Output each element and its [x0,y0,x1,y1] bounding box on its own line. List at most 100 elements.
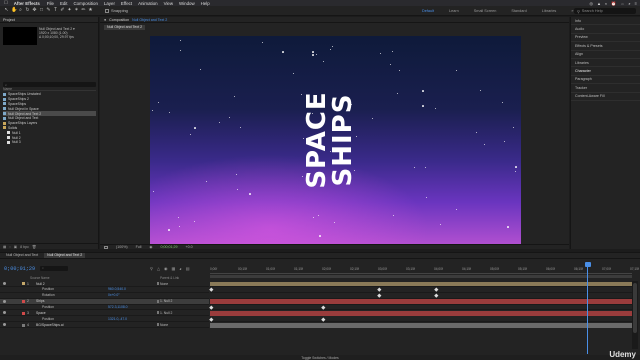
panel-libraries[interactable]: Libraries [571,59,640,68]
menu-status-icon-1[interactable]: ▲ [597,1,601,6]
graph-editor-icon[interactable]: ▤ [186,266,190,271]
scrollbar-thumb[interactable] [633,283,637,333]
workspace-learn[interactable]: Learn [449,9,459,13]
label-color-swatch[interactable] [22,299,25,303]
keyframe[interactable] [434,293,439,298]
eye-icon[interactable] [3,323,6,327]
keyframe[interactable] [377,287,382,292]
timeline-graph[interactable]: 0;00f 00;15f 01;00f 01;15f 02;00f 02;15f 03;00… [209,262,640,356]
menu-layer[interactable]: Layer [104,1,115,6]
tool-icon-12[interactable]: ★ [88,8,93,13]
menu-help[interactable]: Help [201,1,210,6]
timeline-search-input[interactable]: ⌕ [40,266,68,271]
keyframe[interactable] [321,305,326,310]
eye-icon[interactable] [3,282,6,285]
resolution-select[interactable]: Full [136,245,142,249]
pick-whip-icon[interactable] [157,299,159,303]
keyframe[interactable] [434,287,439,292]
keyframe[interactable] [209,287,214,292]
keyframe[interactable] [321,317,326,322]
pick-whip-icon[interactable] [157,311,159,315]
tool-icon-11[interactable]: ✏ [81,8,86,13]
new-folder-icon[interactable]: ▫ [9,245,10,249]
app-menu[interactable]: After Effects [14,1,40,6]
draft-3d-icon[interactable]: △ [157,266,160,271]
viewer-timecode[interactable]: 0;00;01;29 [161,245,178,249]
layer-duration-bar[interactable] [210,281,632,287]
panel-align[interactable]: Align [571,51,640,59]
project-column-header[interactable]: Name [3,87,96,91]
pick-whip-icon[interactable] [157,323,159,327]
panel-tracker[interactable]: Tracker [571,84,640,93]
work-area-bar[interactable] [210,275,632,278]
playhead-handle[interactable] [584,262,591,267]
parent-select[interactable]: 1. Null 2 [160,299,172,303]
keyframe[interactable] [209,305,214,310]
project-item[interactable]: Null 3 [3,140,96,145]
panel-content-aware-fill[interactable]: Content-Aware Fill [571,93,640,101]
pick-whip-icon[interactable] [157,282,159,285]
workspace-small-screen[interactable]: Small Screen [474,9,497,13]
workspace-standard[interactable]: Standard [511,9,526,13]
workspace-libraries[interactable]: Libraries [542,9,557,13]
menu-status-icon-2[interactable]: ◐ [605,1,607,6]
camera-icon[interactable]: ◉ [149,245,152,249]
snapping-toggle[interactable]: Snapping [105,8,128,13]
timeline-scrollbar[interactable] [632,281,638,349]
toggle-switches-modes[interactable]: Toggle Switches / Modes [301,356,339,360]
menu-window[interactable]: Window [179,1,195,6]
timeline-tab[interactable]: Null Object and Text [3,253,41,258]
new-comp-icon[interactable]: ▣ [14,245,17,249]
menu-effect[interactable]: Effect [121,1,132,6]
parent-select[interactable]: 1. Null 2 [160,311,172,315]
interpret-footage-icon[interactable]: ▦ [3,245,6,249]
tool-icon-10[interactable]: ✶ [74,8,79,13]
label-color-swatch[interactable] [22,323,25,327]
search-help-field[interactable]: ⚲ Search Help [574,8,636,14]
tool-icon-9[interactable]: ✦ [67,8,72,13]
property-value[interactable]: 1321.0,-47.0 [108,317,127,321]
layer-duration-bar[interactable] [210,322,632,328]
label-color-swatch[interactable] [22,282,25,286]
time-ruler[interactable]: 0;00f 00;15f 01;00f 01;15f 02;00f 02;15f 03;00… [210,266,639,274]
viewer-comp-name[interactable]: Null Object and Text 2 [132,18,167,22]
tool-icon-8[interactable]: ✐ [60,8,65,13]
tool-icon-6[interactable]: ✎ [46,8,51,13]
panel-audio[interactable]: Audio [571,25,640,34]
menu-file[interactable]: File [47,1,54,6]
frame-blend-icon[interactable]: ▦ [172,266,176,271]
lock-icon[interactable]: ● [104,18,106,22]
eye-icon[interactable] [3,299,6,303]
menu-animation[interactable]: Animation [138,1,158,6]
viewer-sub-tab[interactable]: Null Object and Text 2 [104,24,146,30]
tool-icon-5[interactable]: □ [39,8,44,13]
tool-icon-2[interactable]: ⌕ [18,8,23,13]
playhead[interactable] [584,262,591,354]
menu-status-icon-5[interactable]: ⌕ [628,1,630,6]
exposure-value[interactable]: +0.0 [186,245,193,249]
snapping-checkbox[interactable] [105,8,109,13]
menu-edit[interactable]: Edit [60,1,68,6]
layer-track[interactable] [210,322,632,329]
panel-info[interactable]: Info [571,17,640,26]
eye-icon[interactable] [3,311,6,315]
label-color-swatch[interactable] [22,311,25,315]
keyframe[interactable] [377,293,382,298]
property-value[interactable]: 960.0,540.0 [108,287,126,291]
menu-status-icon-3[interactable]: ⏰ [611,1,616,6]
menu-status-icon-0[interactable]: ◎ [590,1,594,6]
property-value[interactable]: 572.3,1108.0 [108,305,128,309]
tool-icon-0[interactable]: ↖ [4,8,9,13]
layer-duration-bar[interactable] [210,299,632,305]
bpc-label[interactable]: 8 bpc [20,245,29,249]
parent-select[interactable]: None [160,282,168,286]
timeline-tab[interactable]: Null Object and Text 2 [44,253,86,258]
layer-row[interactable]: 4 None BG/SpaceShips.ai [0,322,209,329]
tool-icon-3[interactable]: ↻ [25,8,30,13]
region-of-interest-icon[interactable] [104,245,108,249]
workspace-default[interactable]: Default [422,9,434,13]
panel-preview[interactable]: Preview [571,34,640,43]
comp-canvas[interactable]: SPACE SHIPS [150,36,521,244]
parent-select[interactable]: None [160,323,168,327]
menu-status-icon-4[interactable]: ⇔ [620,1,624,6]
